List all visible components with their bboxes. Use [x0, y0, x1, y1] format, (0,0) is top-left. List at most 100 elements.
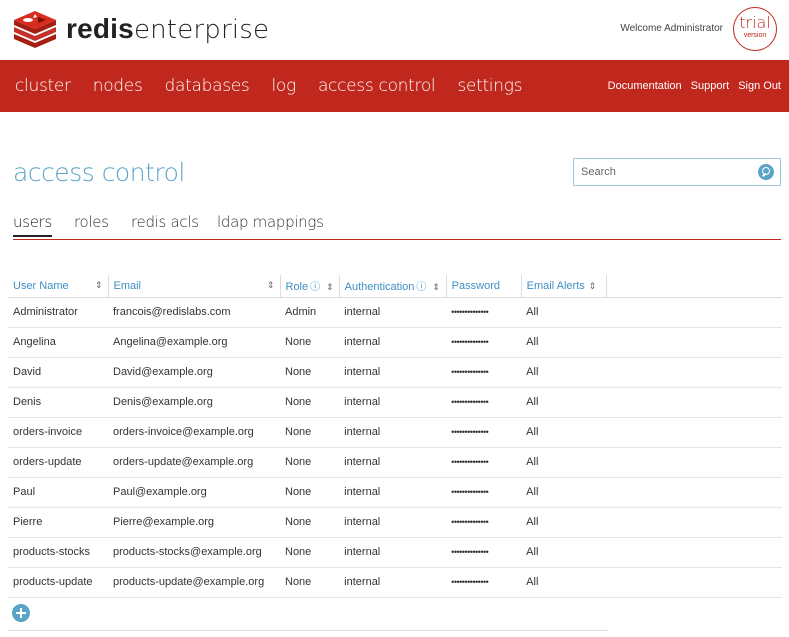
column-password: Password: [446, 275, 522, 298]
column-role[interactable]: Role ⓘ ⇕: [280, 275, 340, 298]
tab-ldap-mappings[interactable]: ldap mappings: [217, 213, 324, 231]
cell-email-alerts: All: [521, 477, 607, 508]
cell-email: David@example.org: [108, 357, 280, 388]
cell-email-alerts: All: [521, 447, 607, 478]
sort-icon[interactable]: ⇕: [589, 281, 597, 291]
table-row[interactable]: orders-invoice orders-invoice@example.or…: [8, 417, 783, 448]
tab-bar: users roles redis acls ldap mappings: [13, 210, 781, 240]
cell-authentication: internal: [339, 387, 447, 418]
cell-role: None: [280, 327, 340, 358]
column-email[interactable]: Email ⇕: [108, 275, 281, 298]
cell-user-name: Angelina: [8, 327, 108, 358]
trial-label: trial: [739, 13, 771, 32]
cell-role: Admin: [280, 297, 340, 328]
cell-password: ••••••••••••••: [446, 297, 522, 328]
cell-password: ••••••••••••••: [446, 537, 522, 568]
cell-user-name: orders-invoice: [8, 417, 108, 448]
sort-icon[interactable]: ⇕: [267, 280, 275, 291]
redis-enterprise-logo[interactable]: redisenterprise: [12, 10, 269, 48]
sort-icon[interactable]: ⇕: [326, 282, 334, 292]
cell-email-alerts: All: [521, 297, 607, 328]
cell-user-name: orders-update: [8, 447, 108, 478]
search-box: [573, 158, 781, 186]
column-email-alerts[interactable]: Email Alerts ⇕: [521, 275, 607, 298]
cell-password: ••••••••••••••: [446, 567, 522, 598]
column-user-name[interactable]: User Name ⇕: [8, 275, 109, 298]
cell-user-name: Denis: [8, 387, 108, 418]
cell-role: None: [280, 387, 340, 418]
nav-settings[interactable]: settings: [457, 76, 522, 96]
search-input[interactable]: [574, 159, 744, 185]
cell-password: ••••••••••••••: [446, 447, 522, 478]
cell-email-alerts: All: [521, 567, 607, 598]
nav-nodes[interactable]: nodes: [93, 76, 143, 96]
cell-email: francois@redislabs.com: [108, 297, 280, 328]
nav-cluster[interactable]: cluster: [15, 76, 71, 96]
cell-email: products-update@example.org: [108, 567, 280, 598]
cell-email-alerts: All: [521, 327, 607, 358]
redis-logo-icon: [14, 11, 56, 48]
welcome-text: Welcome Administrator: [620, 23, 723, 34]
tab-redis-acls[interactable]: redis acls: [131, 213, 199, 231]
search-icon[interactable]: [758, 164, 774, 180]
cell-email-alerts: All: [521, 387, 607, 418]
cell-role: None: [280, 417, 340, 448]
table-row[interactable]: Administrator francois@redislabs.com Adm…: [8, 297, 783, 328]
page-title: access control: [13, 158, 185, 187]
cell-password: ••••••••••••••: [446, 417, 522, 448]
cell-email: orders-invoice@example.org: [108, 417, 280, 448]
add-user-icon[interactable]: [12, 604, 30, 622]
cell-password: ••••••••••••••: [446, 477, 522, 508]
cell-password: ••••••••••••••: [446, 387, 522, 418]
table-row[interactable]: Angelina Angelina@example.org None inter…: [8, 327, 783, 358]
cell-email: Angelina@example.org: [108, 327, 280, 358]
table-row[interactable]: products-stocks products-stocks@example.…: [8, 537, 783, 568]
support-link[interactable]: Support: [691, 80, 730, 92]
cell-email: Denis@example.org: [108, 387, 280, 418]
info-icon[interactable]: ⓘ: [310, 282, 320, 293]
cell-authentication: internal: [339, 417, 447, 448]
cell-role: None: [280, 477, 340, 508]
divider: [8, 630, 608, 631]
cell-email-alerts: All: [521, 357, 607, 388]
cell-user-name: products-update: [8, 567, 108, 598]
sort-icon[interactable]: ⇕: [95, 280, 103, 291]
cell-email: orders-update@example.org: [108, 447, 280, 478]
cell-authentication: internal: [339, 477, 447, 508]
nav-access-control[interactable]: access control: [318, 76, 436, 96]
column-authentication[interactable]: Authentication ⓘ ⇕: [339, 275, 447, 298]
table-row[interactable]: David David@example.org None internal ••…: [8, 357, 783, 388]
sign-out-link[interactable]: Sign Out: [738, 80, 781, 92]
cell-user-name: David: [8, 357, 108, 388]
cell-email: Pierre@example.org: [108, 507, 280, 538]
tab-roles[interactable]: roles: [74, 213, 109, 231]
cell-authentication: internal: [339, 357, 447, 388]
cell-email-alerts: All: [521, 537, 607, 568]
table-row[interactable]: Pierre Pierre@example.org None internal …: [8, 507, 783, 538]
users-table: User Name ⇕ Email ⇕ Role ⓘ ⇕ Authentication ⓘ…: [8, 275, 783, 598]
cell-role: None: [280, 537, 340, 568]
cell-email-alerts: All: [521, 507, 607, 538]
cell-role: None: [280, 507, 340, 538]
tab-users[interactable]: users: [13, 213, 52, 237]
top-header: redisenterprise Welcome Administrator tr…: [0, 0, 789, 60]
nav-databases[interactable]: databases: [165, 76, 250, 96]
table-row[interactable]: Paul Paul@example.org None internal ••••…: [8, 477, 783, 508]
cell-user-name: Administrator: [8, 297, 108, 328]
main-nav: cluster nodes databases log access contr…: [0, 60, 789, 112]
trial-badge: trial version: [733, 7, 777, 51]
table-row[interactable]: orders-update orders-update@example.org …: [8, 447, 783, 478]
cell-authentication: internal: [339, 567, 447, 598]
trial-version-label: version: [743, 32, 767, 39]
cell-authentication: internal: [339, 507, 447, 538]
cell-authentication: internal: [339, 297, 447, 328]
table-row[interactable]: products-update products-update@example.…: [8, 567, 783, 598]
cell-role: None: [280, 357, 340, 388]
table-row[interactable]: Denis Denis@example.org None internal ••…: [8, 387, 783, 418]
nav-log[interactable]: log: [272, 76, 297, 96]
cell-email: products-stocks@example.org: [108, 537, 280, 568]
cell-authentication: internal: [339, 447, 447, 478]
info-icon[interactable]: ⓘ: [416, 282, 426, 293]
documentation-link[interactable]: Documentation: [608, 80, 682, 92]
sort-icon[interactable]: ⇕: [432, 282, 440, 292]
